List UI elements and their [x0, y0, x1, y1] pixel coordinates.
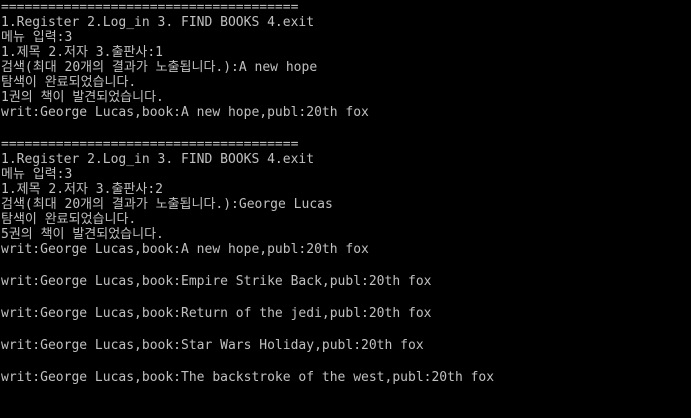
result-count-line: 1권의 책이 발견되었습니다.: [1, 90, 164, 105]
result-count-line: 5권의 책이 발견되었습니다.: [1, 227, 164, 242]
separator-line: ======================================: [1, 137, 299, 152]
menu-input-line: 메뉴 입력:3: [1, 30, 73, 45]
menu-line: 1.Register 2.Log_in 3. FIND BOOKS 4.exit: [1, 152, 315, 167]
separator-line: ======================================: [1, 0, 299, 15]
search-query-line: 검색(최대 20개의 결과가 노출됩니다.):A new hope: [1, 60, 318, 75]
search-type-line: 1.제목 2.저자 3.출판사:1: [1, 45, 163, 60]
status-line: 탐색이 완료되었습니다.: [1, 212, 137, 227]
menu-input-line: 메뉴 입력:3: [1, 167, 73, 182]
menu-line: 1.Register 2.Log_in 3. FIND BOOKS 4.exit: [1, 15, 315, 30]
result-line: writ:George Lucas,book:The backstroke of…: [1, 370, 495, 385]
console-window[interactable]: ====================================== 1…: [0, 0, 691, 418]
result-line: writ:George Lucas,book:Star Wars Holiday…: [1, 338, 424, 353]
result-line: writ:George Lucas,book:Return of the jed…: [1, 306, 432, 321]
search-query-line: 검색(최대 20개의 결과가 노출됩니다.):George Lucas: [1, 197, 333, 212]
result-line: writ:George Lucas,book:A new hope,publ:2…: [1, 242, 369, 257]
search-type-line: 1.제목 2.저자 3.출판사:2: [1, 182, 163, 197]
result-line: writ:George Lucas,book:Empire Strike Bac…: [1, 274, 432, 289]
result-line: writ:George Lucas,book:A new hope,publ:2…: [1, 105, 369, 120]
status-line: 탐색이 완료되었습니다.: [1, 75, 137, 90]
